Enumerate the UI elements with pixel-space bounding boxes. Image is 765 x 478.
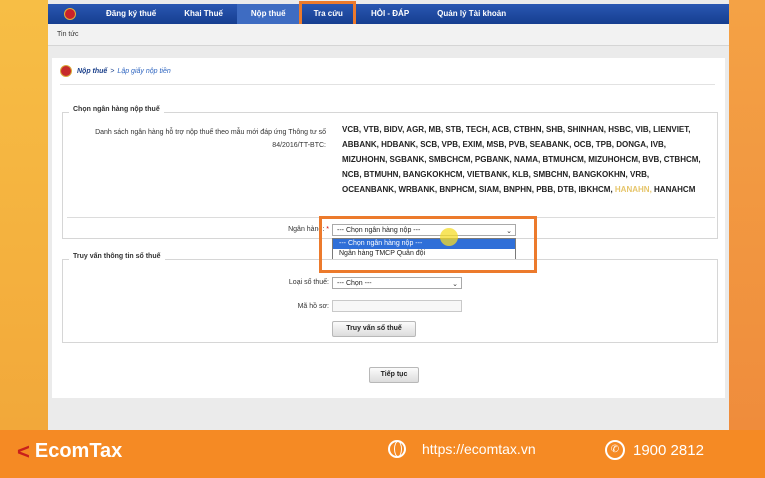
chevron-down-icon: ⌄ xyxy=(452,281,458,288)
bank-list-text-end: HANAHCM xyxy=(654,185,696,194)
tax-type-select[interactable]: --- Chọn --- ⌄ xyxy=(332,277,462,289)
breadcrumb-root[interactable]: Nộp thuế xyxy=(77,68,107,75)
tax-type-value: --- Chọn --- xyxy=(337,279,372,287)
footer-website-url: https://ecomtax.vn xyxy=(422,441,536,457)
left-backdrop xyxy=(0,0,48,430)
file-code-label: Mã hồ sơ: xyxy=(297,303,329,310)
ecomtax-logo-icon: < xyxy=(17,438,30,464)
footer-website: https://ecomtax.vn xyxy=(388,440,536,458)
continue-button[interactable]: Tiếp tục xyxy=(369,367,419,383)
breadcrumb-current: Lập giấy nộp tiền xyxy=(117,67,171,75)
nav-item-dang-ky-thue[interactable]: Đăng ký thuế xyxy=(92,4,170,24)
bank-list: VCB, VTB, BIDV, AGR, MB, STB, TECH, ACB,… xyxy=(342,122,702,197)
nav-item-quan-ly-tai-khoan[interactable]: Quản lý Tài khoản xyxy=(423,4,520,24)
seal-icon xyxy=(60,65,72,77)
lookup-section-title: Truy vấn thông tin sổ thuế xyxy=(69,253,165,260)
bank-list-label: Danh sách ngân hàng hỗ trợ nộp thuế theo… xyxy=(95,129,326,149)
right-backdrop xyxy=(729,0,765,430)
tax-type-label: Loại sổ thuế: xyxy=(288,279,329,286)
nav-item-hoi-dap[interactable]: HỎI - ĐÁP xyxy=(357,4,423,24)
globe-icon xyxy=(388,440,406,458)
breadcrumb: Nộp thuế > Lập giấy nộp tiền xyxy=(60,65,171,77)
browser-page: Đăng ký thuế Khai Thuế Nộp thuế Tra cứu … xyxy=(48,0,729,430)
nav-logo-icon[interactable] xyxy=(48,4,92,24)
lookup-button[interactable]: Truy vấn sổ thuế xyxy=(332,321,416,337)
nav-item-khai-thue[interactable]: Khai Thuế xyxy=(170,4,237,24)
footer-brand-name: EcomTax xyxy=(34,440,123,462)
sub-nav: Tin tức xyxy=(48,24,729,46)
file-code-input[interactable] xyxy=(332,300,462,312)
sub-nav-item-tin-tuc[interactable]: Tin tức xyxy=(57,31,79,38)
bank-list-text: VCB, VTB, BIDV, AGR, MB, STB, TECH, ACB,… xyxy=(342,125,701,194)
nav-item-nop-thue[interactable]: Nộp thuế xyxy=(236,4,300,24)
bank-field-label: Ngân hàng: * xyxy=(288,226,329,233)
bank-section-title: Chọn ngân hàng nộp thuế xyxy=(69,106,164,113)
breadcrumb-divider xyxy=(60,84,715,85)
phone-icon: ✆ xyxy=(605,440,625,460)
footer-brand: < EcomTax xyxy=(17,440,122,463)
breadcrumb-separator: > xyxy=(110,67,115,75)
footer-phone-number: 1900 2812 xyxy=(633,441,704,459)
top-nav: Đăng ký thuế Khai Thuế Nộp thuế Tra cứu … xyxy=(48,4,729,24)
footer-phone: ✆ 1900 2812 xyxy=(605,440,704,460)
dropdown-highlight-frame xyxy=(319,216,537,273)
bank-list-text-highlight: HANAHN, xyxy=(614,185,652,194)
